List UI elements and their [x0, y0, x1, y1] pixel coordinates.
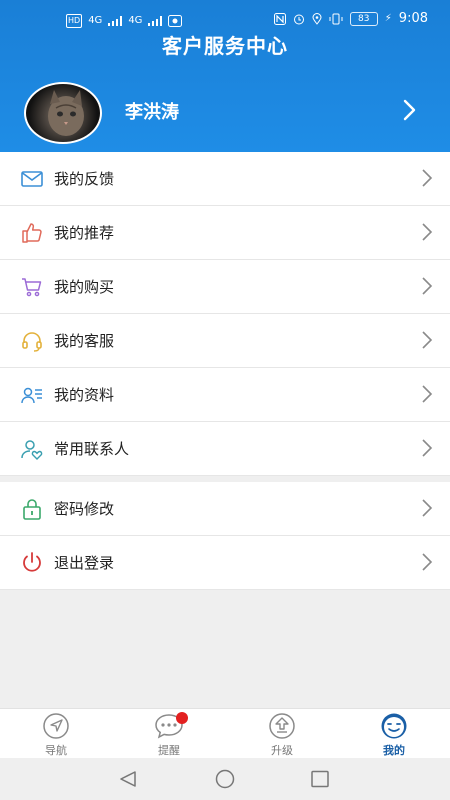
menu-item-label: 我的客服 — [54, 332, 115, 350]
chevron-right-icon — [422, 385, 433, 403]
signal-icon — [108, 16, 123, 26]
charging-icon: ⚡ — [384, 13, 392, 24]
menu-item-recommend[interactable]: 我的推荐 — [0, 206, 450, 260]
menu-item-label: 我的购买 — [54, 278, 115, 296]
hd-indicator: HD — [66, 14, 83, 28]
navigation-icon — [43, 713, 69, 739]
nfc-icon — [273, 13, 286, 25]
menu-item-label: 退出登录 — [54, 554, 115, 572]
smiley-icon — [381, 713, 407, 739]
tab-reminder[interactable]: 提醒 — [113, 709, 225, 759]
status-time: 9:08 — [398, 11, 428, 26]
chevron-right-icon — [422, 277, 433, 295]
signal-2-label: 4G — [128, 15, 143, 26]
menu-list: 我的反馈 我的推荐 我的购买 我的客服 我的资料 常用联系人 密码修改 退出登录 — [0, 152, 450, 590]
battery-indicator: 83 — [349, 12, 378, 26]
chevron-right-icon — [422, 553, 433, 571]
page-title: 客户服务中心 — [162, 34, 288, 58]
avatar[interactable] — [24, 82, 102, 144]
mail-icon — [21, 171, 43, 187]
chevron-right-icon — [422, 169, 433, 187]
cat-avatar-image — [48, 90, 84, 136]
headset-icon — [22, 332, 42, 352]
menu-item-change-password[interactable]: 密码修改 — [0, 482, 450, 536]
menu-item-label: 常用联系人 — [54, 440, 130, 458]
thumbs-up-icon — [22, 223, 42, 243]
alarm-icon — [293, 14, 304, 25]
profile-chevron-icon[interactable] — [398, 98, 422, 122]
menu-item-label: 密码修改 — [54, 500, 115, 518]
tab-label: 我的 — [383, 744, 405, 757]
recent-apps-icon[interactable] — [310, 770, 330, 788]
upgrade-icon — [269, 713, 295, 739]
bottom-tab-bar: 导航 提醒 升级 我的 — [0, 708, 450, 759]
chevron-right-icon — [422, 331, 433, 349]
notification-icon — [168, 15, 183, 27]
notification-badge — [176, 712, 188, 724]
menu-item-feedback[interactable]: 我的反馈 — [0, 152, 450, 206]
menu-item-logout[interactable]: 退出登录 — [0, 536, 450, 590]
contacts-icon — [21, 440, 43, 460]
profile-card-icon — [21, 387, 42, 404]
menu-item-profile[interactable]: 我的资料 — [0, 368, 450, 422]
vibrate-icon — [329, 13, 343, 25]
menu-item-contacts[interactable]: 常用联系人 — [0, 422, 450, 476]
tab-label: 导航 — [45, 744, 67, 757]
back-icon[interactable] — [118, 770, 138, 788]
chevron-right-icon — [422, 499, 433, 517]
tab-label: 提醒 — [158, 744, 180, 757]
menu-item-label: 我的资料 — [54, 386, 115, 404]
chevron-right-icon — [422, 223, 433, 241]
menu-item-label: 我的推荐 — [54, 224, 115, 242]
system-nav-bar — [0, 758, 450, 800]
signal-icon-2 — [148, 16, 163, 26]
header: HD 4G 4G 83 ⚡ 9:08 客户服务中心 李洪涛 — [0, 0, 450, 152]
tab-label: 升级 — [271, 744, 293, 757]
tab-mine[interactable]: 我的 — [338, 709, 450, 759]
menu-item-service[interactable]: 我的客服 — [0, 314, 450, 368]
signal-1-label: 4G — [88, 15, 103, 26]
tab-upgrade[interactable]: 升级 — [226, 709, 338, 759]
menu-item-purchase[interactable]: 我的购买 — [0, 260, 450, 314]
location-icon — [312, 13, 322, 25]
home-icon[interactable] — [214, 769, 236, 789]
lock-icon — [23, 499, 41, 520]
cart-icon — [22, 278, 42, 297]
username[interactable]: 李洪涛 — [125, 98, 179, 124]
tab-navigation[interactable]: 导航 — [0, 709, 112, 759]
status-bar: HD 4G 4G 83 ⚡ 9:08 — [0, 0, 450, 34]
power-icon — [23, 552, 41, 572]
chevron-right-icon — [422, 439, 433, 457]
menu-item-label: 我的反馈 — [54, 170, 115, 188]
